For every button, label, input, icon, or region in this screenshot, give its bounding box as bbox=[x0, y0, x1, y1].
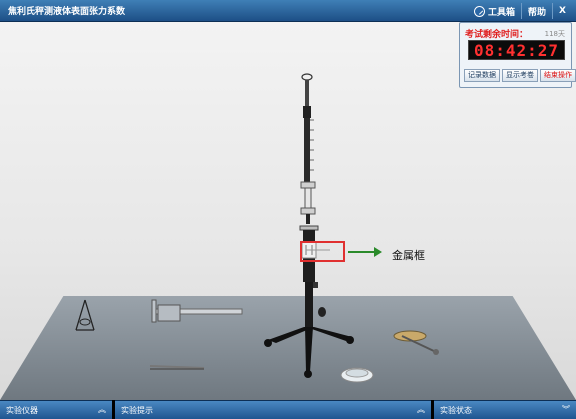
hints-panel-bar[interactable]: 实验提示 ︽ bbox=[115, 400, 431, 419]
timer-days: 118天 bbox=[544, 30, 565, 38]
timer-label: 考试剩余时间： bbox=[465, 30, 529, 40]
instruments-label: 实验仪器 bbox=[6, 406, 38, 415]
vernier-caliper[interactable] bbox=[151, 299, 243, 323]
instruments-panel-bar[interactable]: 实验仪器 ︽ bbox=[0, 400, 112, 419]
record-data-button[interactable]: 记录数据 bbox=[464, 69, 500, 82]
exam-timer-panel: 考试剩余时间： 118天 08:42:27 记录数据 显示考卷 结束操作 bbox=[459, 22, 576, 88]
highlight-box bbox=[300, 241, 345, 262]
annotation-arrow-head bbox=[374, 247, 382, 257]
end-operation-button[interactable]: 结束操作 bbox=[540, 69, 576, 82]
chevron-up-icon[interactable]: ︽ bbox=[417, 404, 425, 415]
show-exam-button[interactable]: 显示考卷 bbox=[502, 69, 538, 82]
wire-frame-instrument[interactable] bbox=[75, 299, 95, 331]
hints-label: 实验提示 bbox=[121, 406, 153, 415]
status-label: 实验状态 bbox=[440, 406, 472, 415]
jolly-balance[interactable] bbox=[264, 73, 354, 378]
annotation-arrow-line bbox=[348, 251, 376, 253]
tweezers[interactable] bbox=[149, 365, 205, 370]
thermometer[interactable] bbox=[393, 330, 439, 355]
timer-display: 08:42:27 bbox=[468, 40, 565, 60]
petri-dish[interactable] bbox=[340, 367, 374, 383]
chevron-up-icon[interactable]: ︽ bbox=[98, 404, 106, 415]
timer-buttons: 记录数据 显示考卷 结束操作 bbox=[464, 69, 576, 82]
chevron-down-icon[interactable]: ︾ bbox=[562, 404, 570, 415]
status-panel-bar[interactable]: 实验状态 ︾ bbox=[434, 400, 576, 419]
metal-frame-label: 金属框 bbox=[392, 249, 425, 262]
